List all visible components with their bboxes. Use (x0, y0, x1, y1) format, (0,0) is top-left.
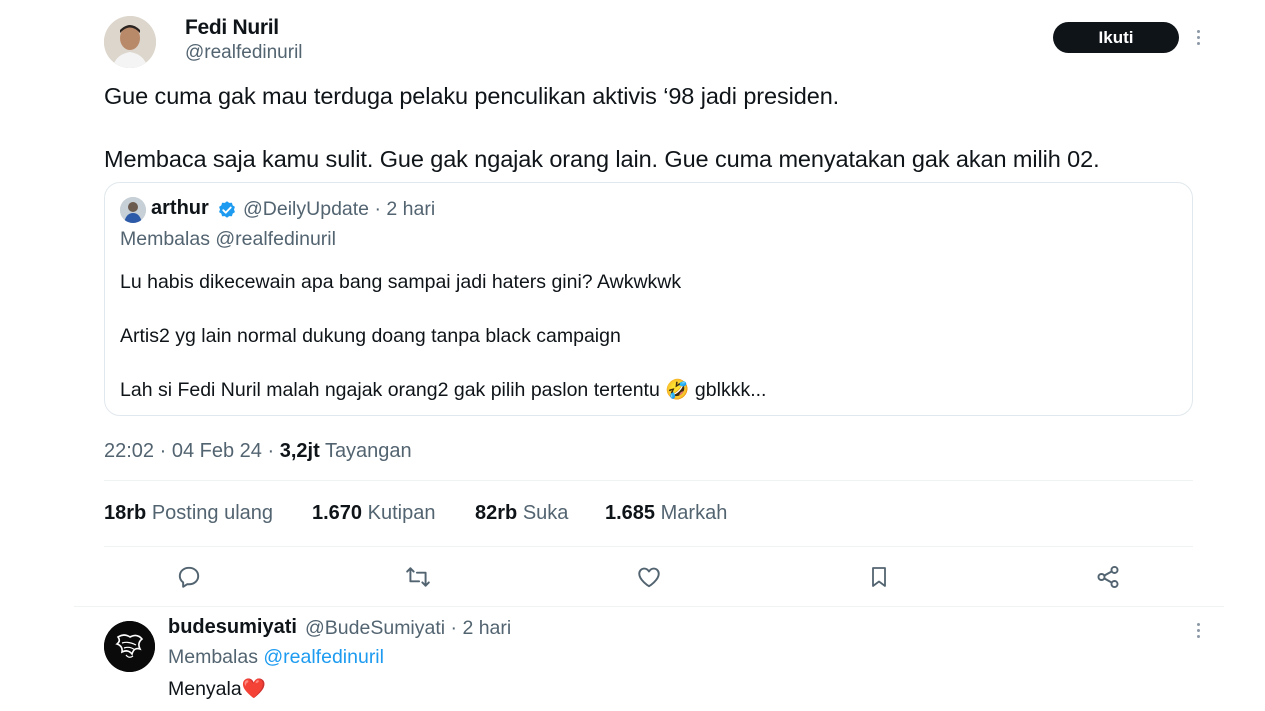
reply-author-avatar[interactable] (104, 621, 155, 672)
reply-context: Membalas @realfedinuril (168, 646, 384, 669)
follow-button[interactable]: Ikuti (1053, 22, 1179, 53)
reposts-label: Posting ulang (151, 502, 274, 524)
likes-stat[interactable]: 82rb Suka (475, 502, 568, 525)
separator-dot: · (374, 198, 381, 220)
repost-icon[interactable] (403, 562, 433, 592)
quotes-label: Kutipan (367, 502, 436, 524)
quoted-tweet[interactable]: arthur @DeilyUpdate · 2 hari Membalas @r… (104, 182, 1193, 416)
divider (104, 546, 1193, 547)
bookmarks-count: 1.685 (605, 502, 656, 524)
tweet-date[interactable]: 04 Feb 24 (172, 440, 262, 462)
reposts-stat[interactable]: 18rb Posting ulang (104, 502, 273, 525)
reply-context-mention[interactable]: @realfedinuril (263, 646, 384, 668)
reply-more-icon[interactable] (1196, 623, 1200, 638)
reply-age[interactable]: 2 hari (462, 617, 511, 639)
divider (74, 606, 1224, 607)
quotes-count: 1.670 (312, 502, 363, 524)
reply-context-prefix: Membalas (168, 646, 258, 668)
views-count: 3,2jt (279, 440, 320, 462)
reposts-count: 18rb (104, 502, 147, 524)
heart-icon[interactable] (634, 562, 664, 592)
tweet-time[interactable]: 22:02 (104, 440, 154, 462)
author-handle[interactable]: @realfedinuril (185, 42, 303, 64)
likes-count: 82rb (475, 502, 518, 524)
bookmarks-label: Markah (660, 502, 728, 524)
separator-dot: · (267, 440, 280, 462)
bookmarks-stat[interactable]: 1.685 Markah (605, 502, 727, 525)
reply-icon[interactable] (174, 562, 204, 592)
views-label: Tayangan (324, 440, 412, 462)
share-icon[interactable] (1093, 562, 1123, 592)
tweet-text-line-2: Membaca saja kamu sulit. Gue gak ngajak … (104, 146, 1100, 172)
quoted-author-name: arthur (151, 197, 209, 219)
verified-badge-icon (217, 200, 237, 220)
tweet-text-line-1: Gue cuma gak mau terduga pelaku penculik… (104, 83, 840, 109)
reply-author-handle: @BudeSumiyati · 2 hari (305, 617, 511, 640)
reply-author-name[interactable]: budesumiyati (168, 616, 297, 639)
quoted-text-line-3: Lah si Fedi Nuril malah ngajak orang2 ga… (120, 379, 767, 401)
quoted-reply-context: Membalas @realfedinuril (120, 228, 336, 250)
tweet-meta: 22:02 · 04 Feb 24 · 3,2jt Tayangan (104, 440, 412, 463)
quoted-author-handle: @DeilyUpdate · 2 hari (243, 198, 435, 221)
quoted-handle: @DeilyUpdate (243, 198, 370, 220)
separator-dot: · (450, 617, 458, 639)
reply-handle[interactable]: @BudeSumiyati (305, 617, 445, 639)
likes-label: Suka (522, 502, 569, 524)
reply-text: Menyala❤️ (168, 678, 266, 700)
quoted-age: 2 hari (386, 198, 436, 220)
quoted-text-line-2: Artis2 yg lain normal dukung doang tanpa… (120, 325, 621, 347)
quoted-text-line-1: Lu habis dikecewain apa bang sampai jadi… (120, 271, 682, 293)
divider (104, 480, 1193, 481)
bookmark-icon[interactable] (864, 562, 894, 592)
quoted-author-avatar (120, 197, 146, 223)
author-name[interactable]: Fedi Nuril (185, 16, 279, 40)
separator-dot: · (159, 440, 172, 462)
more-icon[interactable] (1196, 30, 1200, 45)
author-avatar[interactable] (104, 16, 156, 68)
quotes-stat[interactable]: 1.670 Kutipan (312, 502, 435, 525)
